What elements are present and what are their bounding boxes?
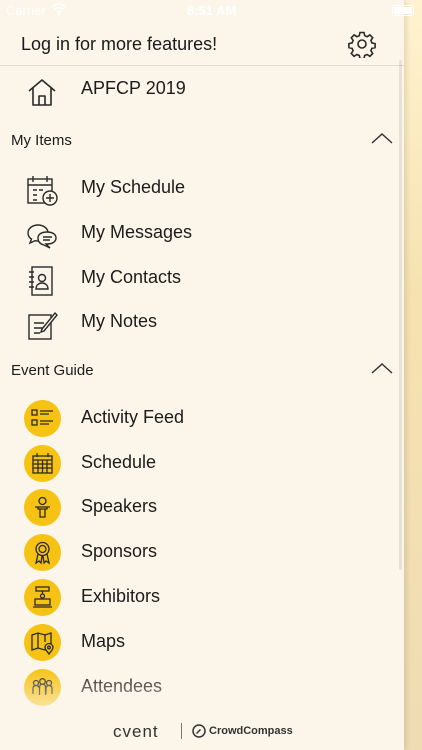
menu-item-speakers[interactable]: Speakers	[0, 486, 404, 530]
menu-label: Attendees	[81, 676, 163, 696]
side-menu: Log in for more features! APFCP 2019 My …	[0, 0, 404, 750]
menu-label: Schedule	[81, 452, 157, 472]
menu-label: Sponsors	[81, 541, 158, 561]
ribbon-award-icon	[24, 534, 61, 571]
calendar-add-icon	[27, 176, 58, 206]
carrier-label: Carrier	[6, 3, 46, 18]
wifi-icon	[51, 3, 67, 16]
menu-label: My Schedule	[81, 177, 186, 197]
menu-label: My Notes	[81, 311, 158, 331]
menu-header: Log in for more features!	[0, 22, 404, 66]
clock: 8:51 AM	[187, 3, 237, 18]
menu-label: My Messages	[81, 222, 193, 242]
scrollbar[interactable]	[399, 60, 402, 570]
exhibitor-booth-icon	[24, 579, 61, 616]
menu-item-my-notes[interactable]: My Notes	[0, 301, 404, 345]
contact-book-icon	[29, 266, 53, 296]
menu-label: My Contacts	[81, 267, 182, 287]
menu-item-maps[interactable]: Maps	[0, 621, 404, 665]
menu-item-event-home[interactable]: APFCP 2019	[0, 68, 404, 112]
menu-item-my-messages[interactable]: My Messages	[0, 212, 404, 256]
menu-item-my-schedule[interactable]: My Schedule	[0, 167, 404, 211]
event-name: APFCP 2019	[81, 78, 186, 98]
section-title: Event Guide	[11, 362, 94, 379]
footer-branding: cvent CrowdCompass	[0, 718, 404, 748]
cvent-logo: cvent	[113, 722, 159, 741]
section-title: My Items	[11, 132, 72, 149]
menu-item-my-contacts[interactable]: My Contacts	[0, 257, 404, 301]
feed-list-icon	[24, 400, 61, 437]
map-pin-icon	[24, 624, 61, 661]
calendar-icon	[24, 445, 61, 482]
note-edit-icon	[28, 311, 58, 340]
menu-label: Maps	[81, 631, 126, 651]
menu-item-attendees[interactable]: Attendees	[0, 666, 404, 710]
menu-item-exhibitors[interactable]: Exhibitors	[0, 576, 404, 620]
home-icon	[28, 79, 56, 106]
footer-divider	[181, 723, 182, 739]
menu-label: Speakers	[81, 496, 158, 516]
speaker-podium-icon	[24, 489, 61, 526]
section-my-items[interactable]: My Items	[0, 123, 404, 159]
menu-item-schedule[interactable]: Schedule	[0, 442, 404, 486]
menu-label: Exhibitors	[81, 586, 161, 606]
chevron-up-icon[interactable]	[371, 131, 393, 145]
menu-item-sponsors[interactable]: Sponsors	[0, 531, 404, 575]
section-event-guide[interactable]: Event Guide	[0, 353, 404, 389]
people-group-icon	[24, 669, 61, 706]
crowdcompass-logo: CrowdCompass	[209, 725, 293, 737]
status-bar: Carrier 8:51 AM	[0, 0, 422, 22]
chevron-up-icon[interactable]	[371, 361, 393, 375]
battery-icon	[392, 5, 414, 16]
crowdcompass-logo-icon	[192, 724, 206, 738]
login-prompt[interactable]: Log in for more features!	[21, 34, 217, 55]
menu-item-activity-feed[interactable]: Activity Feed	[0, 397, 404, 441]
gear-icon[interactable]	[348, 30, 376, 58]
menu-label: Activity Feed	[81, 407, 185, 427]
chat-bubbles-icon	[27, 224, 57, 249]
background-strip	[404, 0, 422, 750]
